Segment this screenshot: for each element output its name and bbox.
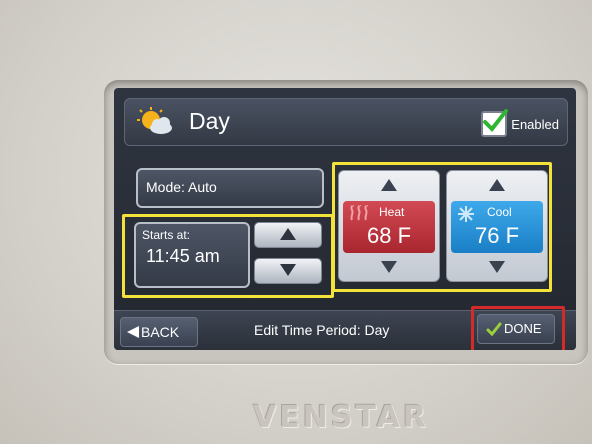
check-icon	[486, 322, 502, 337]
enabled-toggle[interactable]: Enabled	[481, 109, 559, 137]
cool-down-button[interactable]	[489, 261, 505, 273]
heat-value: 68 F	[366, 223, 412, 248]
back-label: BACK	[141, 324, 180, 340]
period-title: Day	[189, 108, 230, 134]
enabled-checkbox[interactable]	[481, 109, 509, 137]
touchscreen: Day Enabled Mode: Auto Starts at: 11:45 …	[114, 88, 576, 350]
back-arrow-icon	[127, 326, 139, 338]
back-button[interactable]: BACK	[120, 317, 198, 347]
start-time-down-button[interactable]	[254, 258, 322, 284]
cool-setpoint: Cool 76 F	[446, 170, 548, 282]
cool-up-button[interactable]	[489, 179, 505, 191]
start-time-display: Starts at: 11:45 am	[134, 222, 250, 288]
mode-button[interactable]: Mode: Auto	[136, 168, 324, 208]
done-label: DONE	[504, 321, 542, 336]
heat-waves-icon	[350, 205, 369, 221]
cool-label: Cool	[487, 205, 512, 219]
sun-cloud-icon	[137, 107, 172, 137]
start-time-up-button[interactable]	[254, 222, 322, 248]
cool-value: 76 F	[474, 223, 520, 248]
arrow-down-icon	[280, 264, 296, 276]
heat-down-button[interactable]	[381, 261, 397, 273]
period-header: Day Enabled	[124, 98, 568, 146]
enabled-label: Enabled	[511, 116, 559, 132]
heat-setpoint: Heat 68 F	[338, 170, 440, 282]
brand-logo: VENSTAR	[253, 400, 429, 435]
heat-panel: Heat 68 F	[343, 201, 435, 253]
cool-panel: Cool 76 F	[451, 201, 543, 253]
arrow-up-icon	[280, 228, 296, 240]
snowflake-icon	[458, 206, 474, 222]
done-button[interactable]: DONE	[477, 314, 555, 344]
heat-up-button[interactable]	[381, 179, 397, 191]
start-time-label: Starts at:	[142, 228, 191, 242]
start-time-value: 11:45 am	[146, 246, 220, 266]
heat-label: Heat	[379, 205, 405, 219]
edit-period-title: Edit Time Period: Day	[254, 322, 390, 338]
check-icon	[483, 109, 509, 133]
mode-label: Mode: Auto	[146, 179, 217, 195]
